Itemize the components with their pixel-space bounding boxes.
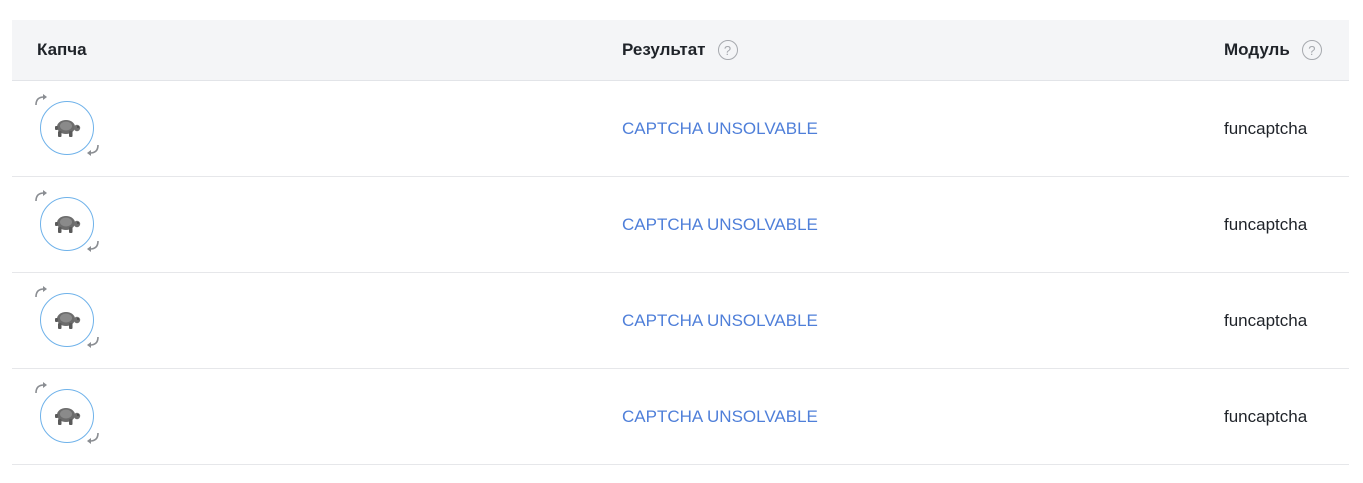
column-header-module-label: Модуль: [1224, 40, 1290, 59]
rotate-right-arrow-icon: [87, 144, 99, 156]
table-row: CAPTCHA UNSOLVABLE funcaptcha: [12, 177, 1349, 273]
module-text: funcaptcha: [1224, 406, 1308, 426]
module-text: funcaptcha: [1224, 214, 1308, 234]
result-text: CAPTCHA UNSOLVABLE: [622, 214, 818, 234]
module-help-icon[interactable]: ?: [1301, 40, 1322, 60]
result-text: CAPTCHA UNSOLVABLE: [622, 118, 818, 138]
rotate-left-arrow-icon: [35, 286, 47, 298]
table-row: CAPTCHA UNSOLVABLE funcaptcha: [12, 273, 1349, 369]
rotate-right-arrow-icon: [87, 336, 99, 348]
result-text: CAPTCHA UNSOLVABLE: [622, 406, 818, 426]
column-header-result-label: Результат: [622, 40, 706, 59]
turtle-icon: [55, 312, 81, 329]
table-row: CAPTCHA UNSOLVABLE funcaptcha: [12, 369, 1349, 465]
module-text: funcaptcha: [1224, 118, 1308, 138]
result-link[interactable]: CAPTCHA UNSOLVABLE: [622, 273, 818, 368]
turtle-icon: [55, 216, 81, 233]
column-header-captcha: Капча: [37, 20, 87, 80]
module-cell: funcaptcha: [1224, 177, 1307, 272]
rotate-left-arrow-icon: [35, 382, 47, 394]
result-link[interactable]: CAPTCHA UNSOLVABLE: [622, 81, 818, 176]
result-link[interactable]: CAPTCHA UNSOLVABLE: [622, 177, 818, 272]
result-text: CAPTCHA UNSOLVABLE: [622, 310, 818, 330]
module-text: funcaptcha: [1224, 310, 1308, 330]
captcha-image[interactable]: [34, 381, 100, 447]
result-help-icon[interactable]: ?: [717, 40, 738, 60]
rotate-right-arrow-icon: [87, 240, 99, 252]
captcha-image[interactable]: [34, 189, 100, 255]
module-cell: funcaptcha: [1224, 369, 1307, 464]
turtle-icon: [55, 120, 81, 137]
rotate-left-arrow-icon: [35, 94, 47, 106]
module-cell: funcaptcha: [1224, 81, 1307, 176]
column-header-result: Результат ?: [622, 20, 738, 80]
column-header-module: Модуль ?: [1224, 20, 1322, 80]
module-cell: funcaptcha: [1224, 273, 1307, 368]
column-header-captcha-label: Капча: [37, 40, 87, 59]
result-link[interactable]: CAPTCHA UNSOLVABLE: [622, 369, 818, 464]
rotate-right-arrow-icon: [87, 432, 99, 444]
captcha-image[interactable]: [34, 285, 100, 351]
turtle-icon: [55, 408, 81, 425]
captcha-table: Капча Результат ? Модуль ? CAPTCHA UNSOL…: [12, 20, 1349, 465]
rotate-left-arrow-icon: [35, 190, 47, 202]
table-header: Капча Результат ? Модуль ?: [12, 20, 1349, 81]
table-row: CAPTCHA UNSOLVABLE funcaptcha: [12, 81, 1349, 177]
captcha-image[interactable]: [34, 93, 100, 159]
